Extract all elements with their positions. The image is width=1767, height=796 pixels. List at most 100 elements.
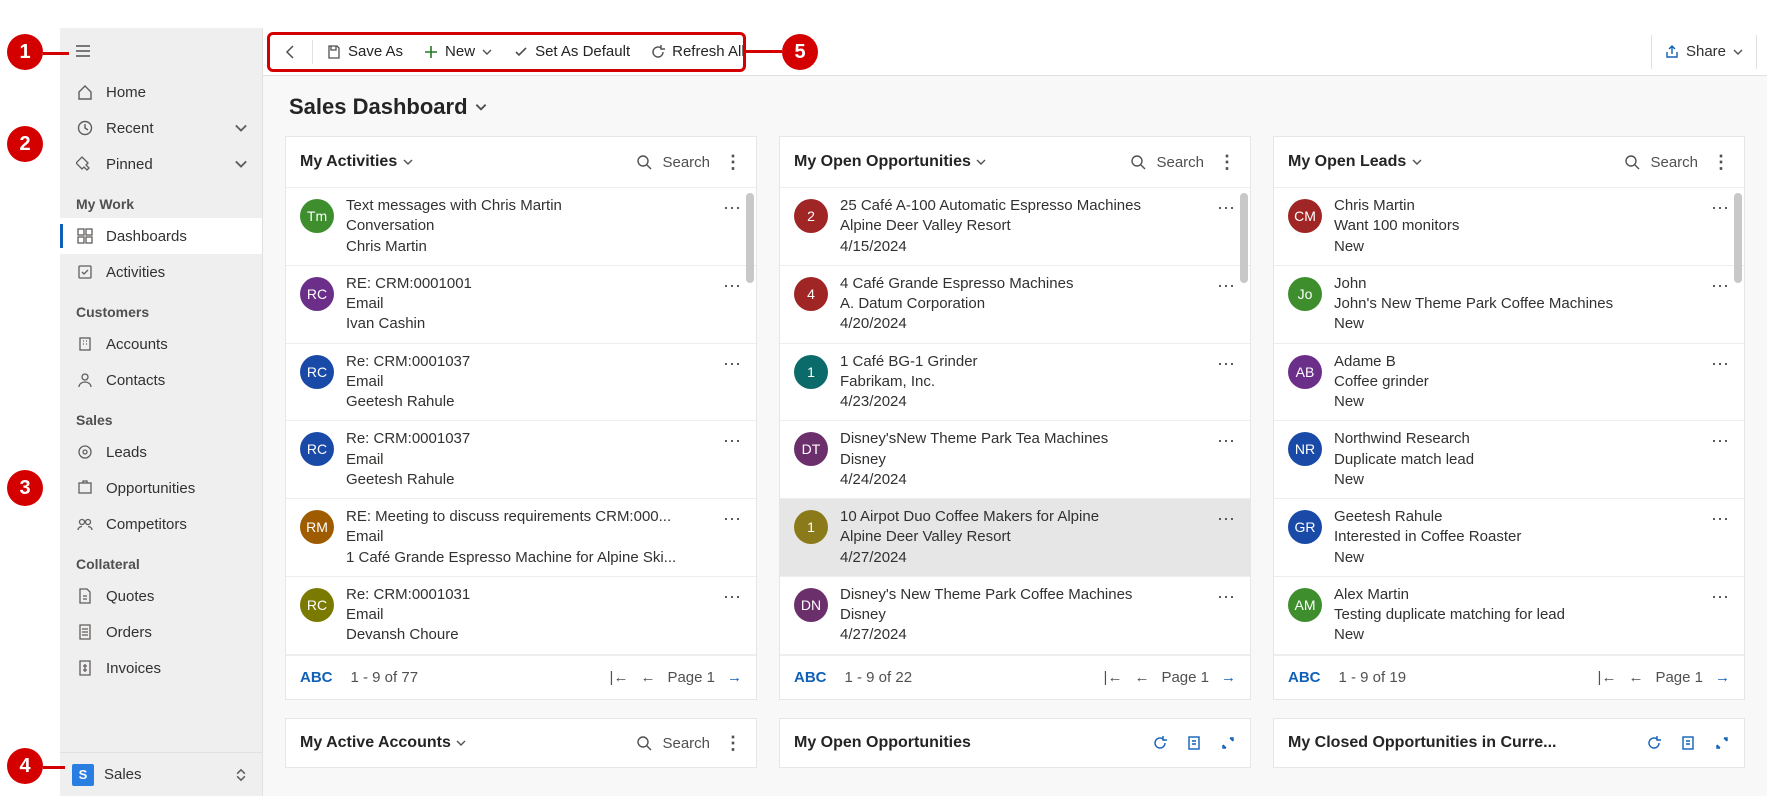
panel-activities-search[interactable]: Search: [636, 154, 710, 171]
scrollbar[interactable]: [746, 193, 754, 283]
nav-quotes[interactable]: Quotes: [60, 578, 262, 614]
nav-invoices[interactable]: Invoices: [60, 650, 262, 686]
panel-leads-title[interactable]: My Open Leads: [1288, 153, 1423, 171]
new-button[interactable]: New: [413, 39, 503, 64]
nav-competitors[interactable]: Competitors: [60, 506, 262, 542]
records-icon[interactable]: [1186, 735, 1202, 751]
back-button[interactable]: [273, 40, 309, 64]
list-item-more[interactable]: ⋯: [1217, 507, 1236, 530]
list-item[interactable]: GRGeetesh RahuleInterested in Coffee Roa…: [1274, 498, 1744, 576]
expand-icon[interactable]: [1714, 735, 1730, 751]
records-icon[interactable]: [1680, 735, 1696, 751]
dashboard-title[interactable]: Sales Dashboard: [289, 94, 1745, 120]
list-item-more[interactable]: ⋯: [1217, 585, 1236, 608]
first-page-button[interactable]: |←: [1104, 669, 1123, 686]
nav-dashboards[interactable]: Dashboards: [60, 218, 262, 254]
list-item[interactable]: RCRe: CRM:0001037EmailGeetesh Rahule⋯: [286, 343, 756, 421]
list-item[interactable]: 44 Café Grande Espresso MachinesA. Datum…: [780, 265, 1250, 343]
share-button[interactable]: Share: [1651, 35, 1757, 69]
list-item-more[interactable]: ⋯: [1711, 196, 1730, 219]
next-page-button[interactable]: →: [727, 669, 742, 686]
nav-contacts[interactable]: Contacts: [60, 362, 262, 398]
list-item[interactable]: JoJohnJohn's New Theme Park Coffee Machi…: [1274, 265, 1744, 343]
list-item-more[interactable]: ⋯: [1711, 585, 1730, 608]
nav-leads[interactable]: Leads: [60, 434, 262, 470]
scrollbar[interactable]: [1240, 193, 1248, 283]
scrollbar[interactable]: [1734, 193, 1742, 283]
panel-activities-more[interactable]: ⋮: [724, 152, 742, 173]
hamburger-button[interactable]: [60, 28, 262, 74]
list-item-more[interactable]: ⋯: [1711, 429, 1730, 452]
list-item-more[interactable]: ⋯: [723, 429, 742, 452]
panel-opportunities-footer: ABC 1 - 9 of 22 |← ← Page 1 →: [780, 655, 1250, 699]
set-default-button[interactable]: Set As Default: [503, 39, 640, 64]
list-item[interactable]: DTDisney'sNew Theme Park Tea MachinesDis…: [780, 420, 1250, 498]
avatar: DT: [794, 432, 828, 466]
panel-opportunities-title[interactable]: My Open Opportunities: [794, 153, 987, 171]
panel-opportunities-search[interactable]: Search: [1130, 154, 1204, 171]
list-item[interactable]: 225 Café A-100 Automatic Espresso Machin…: [780, 187, 1250, 265]
nav-activities[interactable]: Activities: [60, 254, 262, 290]
nav-accounts[interactable]: Accounts: [60, 326, 262, 362]
panel-activities-title[interactable]: My Activities: [300, 153, 414, 171]
nav-recent[interactable]: Recent: [60, 110, 262, 146]
list-item[interactable]: 11 Café BG-1 GrinderFabrikam, Inc.4/23/2…: [780, 343, 1250, 421]
list-item[interactable]: AMAlex MartinTesting duplicate matching …: [1274, 576, 1744, 654]
list-item-more[interactable]: ⋯: [723, 274, 742, 297]
list-item[interactable]: NRNorthwind ResearchDuplicate match lead…: [1274, 420, 1744, 498]
panel-open-opp2-title[interactable]: My Open Opportunities: [794, 734, 971, 752]
list-item[interactable]: 110 Airpot Duo Coffee Makers for AlpineA…: [780, 498, 1250, 576]
refresh-all-button[interactable]: Refresh All: [640, 39, 755, 64]
list-item[interactable]: HaHere are some points to consider for y…: [286, 654, 756, 656]
panel-closed-opp-title[interactable]: My Closed Opportunities in Curre...: [1288, 734, 1556, 752]
area-switcher[interactable]: S Sales: [60, 752, 262, 796]
list-item[interactable]: RCRe: CRM:0001037EmailGeetesh Rahule⋯: [286, 420, 756, 498]
abc-link[interactable]: ABC: [300, 669, 333, 686]
list-item[interactable]: RCRE: CRM:0001001EmailIvan Cashin⋯: [286, 265, 756, 343]
abc-link[interactable]: ABC: [794, 669, 827, 686]
list-item-more[interactable]: ⋯: [1711, 507, 1730, 530]
list-item-more[interactable]: ⋯: [723, 585, 742, 608]
list-item[interactable]: DNDisney's New Theme Park Coffee Machine…: [780, 654, 1250, 656]
panel-active-accounts-more[interactable]: ⋮: [724, 733, 742, 754]
panel-leads-more[interactable]: ⋮: [1712, 152, 1730, 173]
save-as-button[interactable]: Save As: [316, 39, 413, 64]
list-item-more[interactable]: ⋯: [1217, 196, 1236, 219]
list-item[interactable]: CMChris MartinWant 100 monitorsNew⋯: [1274, 187, 1744, 265]
nav-pinned[interactable]: Pinned: [60, 146, 262, 182]
list-item[interactable]: ABAdame BCoffee grinderNew⋯: [1274, 343, 1744, 421]
check-icon: [513, 44, 529, 60]
list-item-more[interactable]: ⋯: [723, 507, 742, 530]
next-page-button[interactable]: →: [1221, 669, 1236, 686]
panel-active-accounts-search[interactable]: Search: [636, 735, 710, 752]
list-item-more[interactable]: ⋯: [1217, 274, 1236, 297]
prev-page-button[interactable]: ←: [1628, 669, 1643, 686]
list-item-more[interactable]: ⋯: [1217, 352, 1236, 375]
list-item-more[interactable]: ⋯: [1711, 352, 1730, 375]
panel-leads-search[interactable]: Search: [1624, 154, 1698, 171]
list-item[interactable]: TmText messages with Chris MartinConvers…: [286, 187, 756, 265]
panel-opportunities-more[interactable]: ⋮: [1218, 152, 1236, 173]
expand-icon[interactable]: [1220, 735, 1236, 751]
list-item[interactable]: RCRe: CRM:0001031EmailDevansh Choure⋯: [286, 576, 756, 654]
list-item[interactable]: RMRE: Meeting to discuss requirements CR…: [286, 498, 756, 576]
prev-page-button[interactable]: ←: [640, 669, 655, 686]
list-item[interactable]: JBJermaine Berrett5 Café Lite Espresso M…: [1274, 654, 1744, 656]
list-item[interactable]: DNDisney's New Theme Park Coffee Machine…: [780, 576, 1250, 654]
list-item-more[interactable]: ⋯: [1217, 429, 1236, 452]
abc-link[interactable]: ABC: [1288, 669, 1321, 686]
first-page-button[interactable]: |←: [610, 669, 629, 686]
list-item-more[interactable]: ⋯: [1711, 274, 1730, 297]
list-item-more[interactable]: ⋯: [723, 352, 742, 375]
list-item-more[interactable]: ⋯: [723, 196, 742, 219]
refresh-icon[interactable]: [1152, 735, 1168, 751]
search-icon: [636, 735, 652, 751]
nav-orders[interactable]: Orders: [60, 614, 262, 650]
nav-opportunities[interactable]: Opportunities: [60, 470, 262, 506]
first-page-button[interactable]: |←: [1598, 669, 1617, 686]
refresh-icon[interactable]: [1646, 735, 1662, 751]
prev-page-button[interactable]: ←: [1134, 669, 1149, 686]
nav-home[interactable]: Home: [60, 74, 262, 110]
next-page-button[interactable]: →: [1715, 669, 1730, 686]
panel-active-accounts-title[interactable]: My Active Accounts: [300, 734, 467, 752]
